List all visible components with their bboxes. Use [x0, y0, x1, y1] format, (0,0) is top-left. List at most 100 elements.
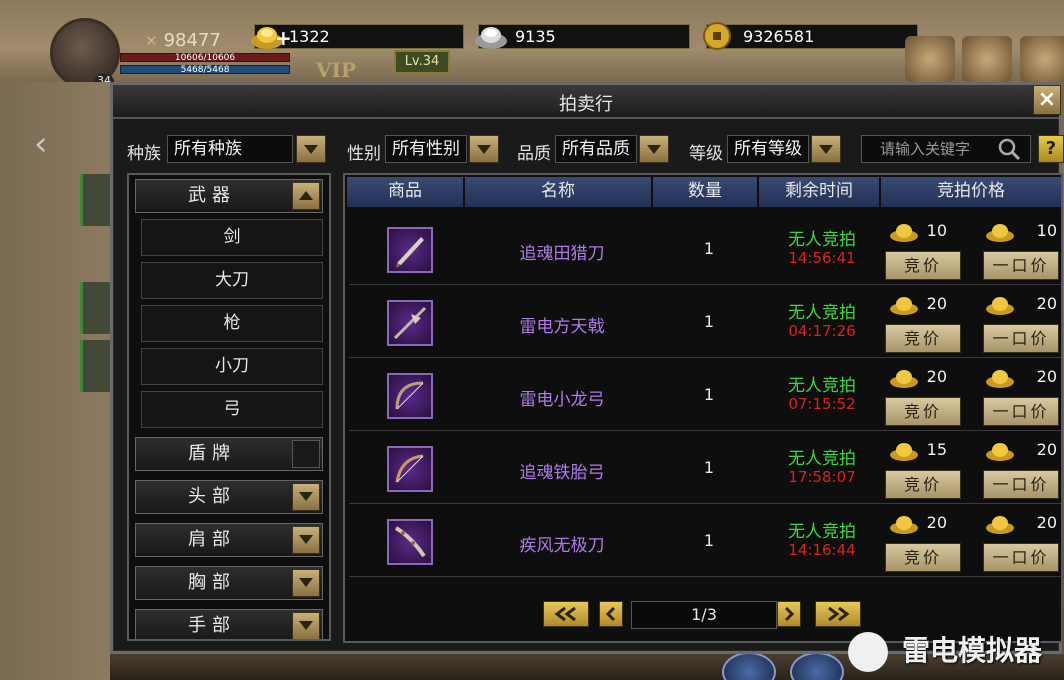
subcategory-spear[interactable]: 枪 [141, 305, 323, 342]
buyout-button[interactable]: 一口价 [983, 251, 1059, 280]
halberd-icon[interactable] [387, 300, 433, 346]
category-hand[interactable]: 手部 [135, 609, 323, 639]
bid-price: 15 [926, 440, 947, 459]
level-badge: Lv.34 [394, 50, 450, 74]
bid-status: 无人竞拍 [788, 522, 856, 542]
prev-page-button[interactable] [599, 601, 623, 627]
buyout-price: 20 [1036, 294, 1057, 313]
bid-button[interactable]: 竞价 [885, 397, 961, 426]
coin-icon [703, 22, 731, 50]
level-select[interactable]: 所有等级 [727, 135, 809, 163]
subcategory-sword[interactable]: 剑 [141, 219, 323, 256]
crossed-swords-icon: ✕ [145, 32, 158, 50]
coin-value: 9326581 [743, 27, 815, 46]
gender-select[interactable]: 所有性别 [385, 135, 467, 163]
category-chest[interactable]: 胸部 [135, 566, 323, 600]
level-label: 等级 [689, 144, 723, 164]
bow-icon[interactable] [387, 446, 433, 492]
mp-bar: 5468/5468 [120, 65, 290, 75]
table-row[interactable]: 雷电方天戟 1 无人竞拍 04:17:26 20 20 竞价 一口价 [349, 286, 1061, 358]
item-name: 追魂田猎刀 [519, 244, 605, 264]
subcategory-broadsword[interactable]: 大刀 [141, 262, 323, 299]
table-row[interactable]: 疾风无极刀 1 无人竞拍 14:16:44 20 20 竞价 一口价 [349, 505, 1061, 577]
double-chevron-right-icon [828, 607, 850, 621]
item-quantity: 1 [703, 385, 715, 404]
bid-button[interactable]: 竞价 [885, 470, 961, 499]
gender-dropdown-button[interactable] [469, 135, 499, 163]
buyout-button[interactable]: 一口价 [983, 543, 1059, 572]
category-weapon[interactable]: 武器 [135, 179, 323, 213]
table-row[interactable]: 雷电小龙弓 1 无人竞拍 07:15:52 20 20 竞价 一口价 [349, 359, 1061, 431]
table-row-partial [349, 578, 1061, 594]
top-hud: 34 ✕ 98477 10606/10606 5468/5468 VIP Lv.3… [0, 0, 1064, 90]
item-quantity: 1 [703, 531, 715, 550]
expand-icon[interactable] [292, 612, 320, 639]
remaining-time: 14:56:41 [788, 249, 856, 267]
expand-icon[interactable] [292, 526, 320, 554]
collapse-icon[interactable] [292, 182, 320, 210]
gold-value: 1322 [289, 27, 330, 46]
remaining-time: 07:15:52 [788, 395, 856, 413]
bid-button[interactable]: 竞价 [885, 543, 961, 572]
bid-price: 20 [926, 367, 947, 386]
category-head[interactable]: 头部 [135, 480, 323, 514]
window-titlebar: 拍卖行 [113, 85, 1059, 119]
item-name: 追魂铁胎弓 [519, 463, 605, 483]
hp-text: 10606/10606 [174, 53, 236, 63]
category-head-label: 头部 [188, 486, 236, 507]
race-dropdown-button[interactable] [296, 135, 326, 163]
quality-select[interactable]: 所有品质 [555, 135, 637, 163]
blade-icon[interactable] [387, 227, 433, 273]
bow-icon[interactable] [387, 373, 433, 419]
bid-status: 无人竞拍 [788, 230, 856, 250]
chat-line [80, 340, 112, 392]
blade-icon[interactable] [387, 519, 433, 565]
hp-bar: 10606/10606 [120, 53, 290, 63]
category-shield-label: 盾牌 [188, 443, 236, 464]
close-button[interactable]: × [1033, 85, 1061, 115]
map-scroll-icon[interactable] [905, 36, 955, 82]
quality-dropdown-button[interactable] [639, 135, 669, 163]
subcategory-dagger[interactable]: 小刀 [141, 348, 323, 385]
search-icon[interactable] [997, 137, 1021, 161]
category-weapon-label: 武器 [188, 185, 236, 206]
emulator-logo-icon [848, 632, 888, 672]
category-shoulder-label: 肩部 [188, 529, 236, 550]
silver-ingot-icon [475, 27, 507, 49]
window-title: 拍卖行 [559, 94, 613, 115]
chat-line [80, 174, 112, 226]
remaining-time: 04:17:26 [788, 322, 856, 340]
subcategory-bow[interactable]: 弓 [141, 391, 323, 428]
add-gold-icon[interactable]: + [275, 27, 292, 50]
palace-icon[interactable] [962, 36, 1012, 82]
vip-badge[interactable]: VIP [316, 58, 356, 82]
race-select[interactable]: 所有种族 [167, 135, 293, 163]
gold-ingot-icon [986, 370, 1014, 388]
last-page-button[interactable] [815, 601, 861, 627]
help-button[interactable]: ? [1038, 135, 1064, 163]
gold-ingot-icon [986, 443, 1014, 461]
first-page-button[interactable] [543, 601, 589, 627]
bid-button[interactable]: 竞价 [885, 251, 961, 280]
category-shield[interactable]: 盾牌 [135, 437, 323, 471]
bid-button[interactable]: 竞价 [885, 324, 961, 353]
level-dropdown-button[interactable] [811, 135, 841, 163]
category-shoulder[interactable]: 肩部 [135, 523, 323, 557]
silver-value: 9135 [515, 27, 556, 46]
expand-icon[interactable] [292, 569, 320, 597]
expand-icon[interactable] [292, 483, 320, 511]
back-arrow-icon[interactable]: ‹ [34, 124, 48, 164]
item-quantity: 1 [703, 458, 715, 477]
buyout-button[interactable]: 一口价 [983, 324, 1059, 353]
header-bid-price: 竞拍价格 [881, 177, 1061, 207]
buyout-button[interactable]: 一口价 [983, 397, 1059, 426]
silver-currency: 9135 [475, 24, 690, 49]
table-row[interactable]: 追魂田猎刀 1 无人竞拍 14:56:41 10 10 竞价 一口价 [349, 213, 1061, 285]
buyout-price: 20 [1036, 440, 1057, 459]
flag-icon[interactable] [1020, 36, 1064, 82]
header-item: 商品 [347, 177, 465, 207]
category-slot [292, 440, 320, 468]
next-page-button[interactable] [777, 601, 801, 627]
buyout-button[interactable]: 一口价 [983, 470, 1059, 499]
table-row[interactable]: 追魂铁胎弓 1 无人竞拍 17:58:07 15 20 竞价 一口价 [349, 432, 1061, 504]
